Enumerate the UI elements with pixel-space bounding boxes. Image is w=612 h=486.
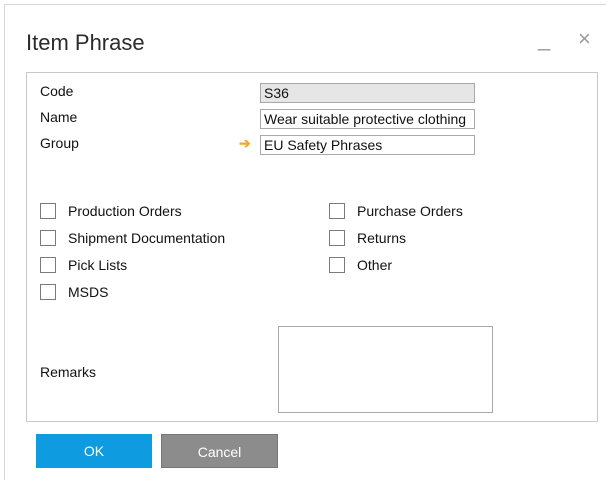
checkbox-label: Purchase Orders	[357, 203, 463, 219]
checkbox-other[interactable]: Other	[329, 257, 392, 273]
checkbox-production-orders[interactable]: Production Orders	[40, 203, 182, 219]
orange-arrow-icon[interactable]: ➔	[239, 135, 251, 152]
remarks-textarea[interactable]	[278, 326, 493, 413]
checkbox-label: Shipment Documentation	[68, 230, 226, 246]
name-field[interactable]: Wear suitable protective clothing	[260, 109, 475, 129]
cancel-button[interactable]: Cancel	[161, 434, 278, 468]
checkbox-label: Returns	[357, 230, 407, 246]
ok-button[interactable]: OK	[36, 434, 152, 468]
checkbox-box[interactable]	[329, 203, 345, 219]
checkbox-msds[interactable]: MSDS	[40, 284, 108, 300]
checkbox-box[interactable]	[40, 230, 56, 246]
checkbox-box[interactable]	[329, 230, 345, 246]
checkbox-box[interactable]	[329, 257, 345, 273]
checkbox-returns[interactable]: Returns	[329, 230, 406, 246]
window-title: Item Phrase	[26, 30, 145, 55]
group-label: Group	[40, 135, 79, 151]
checkbox-label: Pick Lists	[68, 257, 128, 273]
checkbox-box[interactable]	[40, 203, 56, 219]
minimize-icon[interactable]: _	[538, 26, 550, 52]
checkbox-pick-lists[interactable]: Pick Lists	[40, 257, 127, 273]
checkbox-box[interactable]	[40, 257, 56, 273]
code-field[interactable]: S36	[260, 83, 475, 103]
group-field[interactable]: EU Safety Phrases	[260, 135, 475, 155]
checkbox-label: MSDS	[68, 284, 109, 300]
form-panel: Code S36 Name Wear suitable protective c…	[26, 72, 598, 422]
checkbox-label: Production Orders	[68, 203, 182, 219]
name-label: Name	[40, 109, 78, 125]
checkbox-purchase-orders[interactable]: Purchase Orders	[329, 203, 463, 219]
remarks-label: Remarks	[40, 364, 97, 380]
checkbox-box[interactable]	[40, 284, 56, 300]
checkbox-shipment-documentation[interactable]: Shipment Documentation	[40, 230, 225, 246]
code-label: Code	[40, 83, 74, 99]
checkbox-label: Other	[357, 257, 393, 273]
close-icon[interactable]: ×	[578, 26, 591, 52]
